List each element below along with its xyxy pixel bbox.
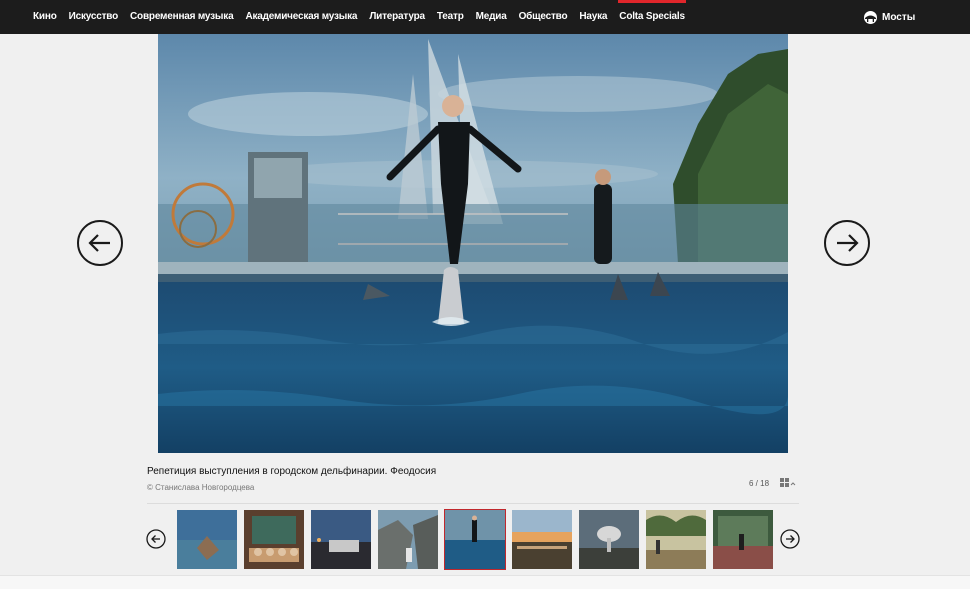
bottom-strip (0, 575, 970, 589)
slide-counter: 6 / 18 (749, 479, 770, 488)
nav-item-akademicheskaya-muzyka[interactable]: Академическая музыка (245, 0, 357, 34)
dolphinarium-photo (158, 34, 788, 453)
thumbnail[interactable] (311, 510, 371, 569)
mosty-link[interactable]: Мосты (864, 0, 915, 34)
thumbnail[interactable] (244, 510, 304, 569)
caption-divider (147, 503, 799, 504)
section-nav: Кино Искусство Современная музыка Академ… (33, 0, 697, 34)
photo-caption: Репетиция выступления в городском дельфи… (147, 466, 437, 477)
nav-item-colta-specials[interactable]: Colta Specials (618, 0, 686, 34)
gallery-main-photo[interactable] (158, 34, 788, 453)
nav-item-media[interactable]: Медиа (476, 0, 507, 34)
thumbnail[interactable] (713, 510, 773, 569)
arrow-right-circle-icon[interactable] (823, 219, 871, 267)
nav-item-kino[interactable]: Кино (33, 0, 57, 34)
arrow-left-circle-icon[interactable] (76, 219, 124, 267)
mosty-logo-icon (864, 10, 877, 24)
nav-item-literatura[interactable]: Литература (369, 0, 425, 34)
thumbnail[interactable] (579, 510, 639, 569)
photo-credit: © Станислава Новгородцева (147, 483, 255, 492)
nav-item-sovremennaya-muzyka[interactable]: Современная музыка (130, 0, 234, 34)
thumbnail[interactable] (378, 510, 438, 569)
thumbs-next-arrow-icon[interactable] (780, 529, 800, 549)
nav-item-iskusstvo[interactable]: Искусство (69, 0, 119, 34)
thumbnail-active[interactable] (444, 509, 506, 570)
nav-item-teatr[interactable]: Театр (437, 0, 464, 34)
thumbnail[interactable] (646, 510, 706, 569)
nav-item-obshchestvo[interactable]: Общество (519, 0, 568, 34)
mosty-label: Мосты (882, 11, 916, 23)
grid-icon[interactable] (780, 478, 798, 489)
thumbs-prev-arrow-icon[interactable] (146, 529, 166, 549)
top-navigation-bar: Кино Искусство Современная музыка Академ… (0, 0, 970, 34)
thumbnail[interactable] (512, 510, 572, 569)
nav-item-nauka[interactable]: Наука (579, 0, 607, 34)
thumbnail[interactable] (177, 510, 237, 569)
